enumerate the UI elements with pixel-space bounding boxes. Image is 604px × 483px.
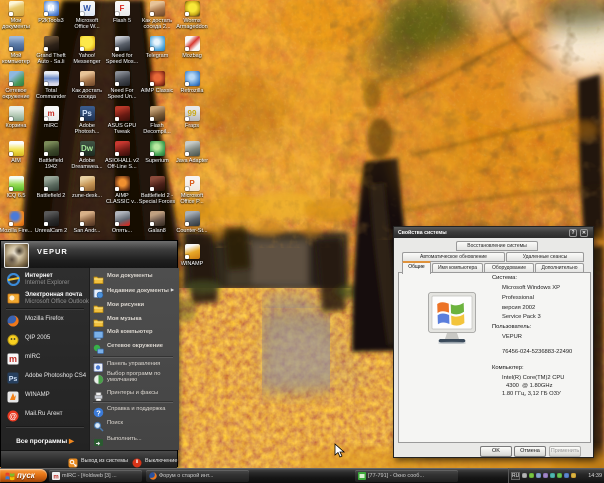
svg-text:m: m bbox=[53, 474, 58, 480]
svg-text:m: m bbox=[9, 354, 17, 364]
svg-text:Ps: Ps bbox=[9, 376, 18, 383]
svg-text:@: @ bbox=[9, 412, 17, 421]
svg-text:?: ? bbox=[96, 408, 101, 417]
